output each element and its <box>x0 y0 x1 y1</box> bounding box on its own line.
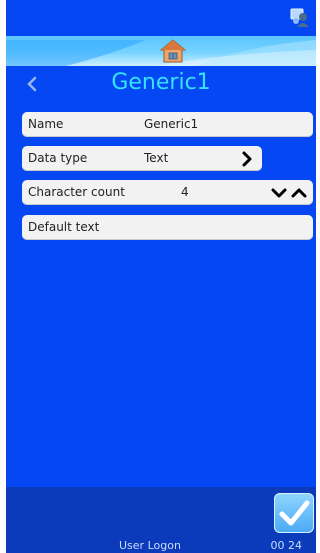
device-screen: Generic1 Name Generic1 Data type Text Ch… <box>6 0 316 553</box>
name-label: Name <box>28 117 64 131</box>
status-bar <box>6 0 316 36</box>
default-text-label: Default text <box>28 220 100 234</box>
data-type-label: Data type <box>28 151 88 165</box>
name-field[interactable]: Name Generic1 <box>22 112 313 137</box>
character-count-value: 4 <box>181 185 189 199</box>
user-network-icon[interactable] <box>288 5 312 29</box>
clock-time: 00 24 <box>270 539 303 552</box>
check-icon <box>279 500 310 526</box>
chevron-down-icon[interactable] <box>270 184 288 202</box>
character-count-label: Character count <box>28 185 125 199</box>
user-logon-link[interactable]: User Logon <box>119 539 181 553</box>
home-icon[interactable] <box>160 38 186 64</box>
chevron-right-icon[interactable] <box>238 150 256 168</box>
data-type-field[interactable]: Data type Text <box>22 146 262 171</box>
confirm-button[interactable] <box>274 493 314 533</box>
name-value: Generic1 <box>144 117 199 131</box>
page-title: Generic1 <box>111 70 211 95</box>
character-count-field: Character count 4 <box>22 180 313 205</box>
data-type-value: Text <box>144 151 169 165</box>
default-text-field[interactable]: Default text <box>22 215 313 240</box>
chevron-up-icon[interactable] <box>290 184 308 202</box>
